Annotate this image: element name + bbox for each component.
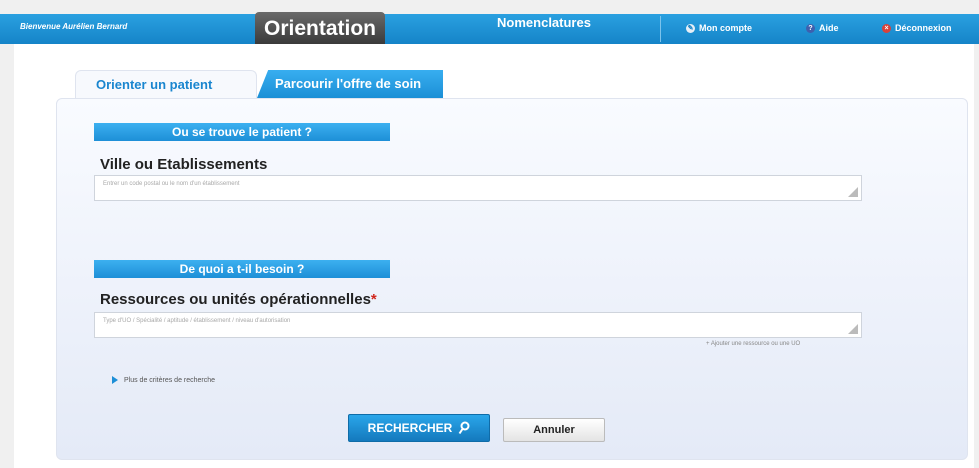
expand-arrow-icon bbox=[112, 376, 118, 384]
search-button[interactable]: RECHERCHER bbox=[348, 414, 490, 442]
help-link[interactable]: ? Aide bbox=[806, 23, 839, 33]
search-form-panel bbox=[56, 98, 968, 460]
resources-placeholder: Type d'UO / Spécialité / aptitude / étab… bbox=[103, 318, 291, 324]
add-resource-link[interactable]: + Ajouter une ressource ou une UO bbox=[706, 341, 800, 347]
resources-field-label: Ressources ou unités opérationnelles* bbox=[100, 291, 377, 308]
tab-orienter-patient[interactable]: Orienter un patient bbox=[75, 70, 257, 99]
more-criteria-toggle[interactable]: Plus de critères de recherche bbox=[112, 376, 215, 384]
search-icon bbox=[459, 421, 470, 435]
nav-tab-orientation[interactable]: Orientation bbox=[255, 12, 385, 44]
search-button-label: RECHERCHER bbox=[367, 421, 453, 435]
nav-divider bbox=[660, 16, 661, 42]
welcome-text: Bienvenue Aurélien Bernard bbox=[20, 22, 128, 31]
resize-handle-icon[interactable] bbox=[848, 324, 858, 334]
required-marker: * bbox=[370, 291, 377, 308]
resize-handle-icon[interactable] bbox=[848, 187, 858, 197]
nav-tab-nomenclatures[interactable]: Nomenclatures bbox=[485, 15, 603, 30]
help-label: Aide bbox=[819, 23, 839, 33]
section-heading-location: Ou se trouve le patient ? bbox=[94, 123, 390, 141]
more-criteria-label: Plus de critères de recherche bbox=[124, 376, 216, 384]
tab-parcourir-offre[interactable]: Parcourir l'offre de soin bbox=[257, 70, 443, 98]
resources-input[interactable]: Type d'UO / Spécialité / aptitude / étab… bbox=[94, 312, 862, 338]
header-bar: Bienvenue Aurélien Bernard Orientation N… bbox=[0, 0, 979, 44]
section-heading-needs: De quoi a t-il besoin ? bbox=[94, 260, 390, 278]
location-field-label: Ville ou Etablissements bbox=[100, 156, 268, 173]
location-input[interactable]: Entrer un code postal ou le nom d'un éta… bbox=[94, 175, 862, 201]
logout-link[interactable]: × Déconnexion bbox=[882, 23, 952, 33]
user-icon: ✎ bbox=[686, 23, 695, 33]
account-link[interactable]: ✎ Mon compte bbox=[686, 23, 752, 33]
logout-icon: × bbox=[882, 23, 891, 33]
location-placeholder: Entrer un code postal ou le nom d'un éta… bbox=[103, 181, 240, 187]
help-icon: ? bbox=[806, 23, 815, 33]
account-label: Mon compte bbox=[699, 23, 752, 33]
resources-label-text: Ressources ou unités opérationnelles bbox=[100, 291, 371, 308]
cancel-button[interactable]: Annuler bbox=[503, 418, 605, 442]
logout-label: Déconnexion bbox=[895, 23, 952, 33]
